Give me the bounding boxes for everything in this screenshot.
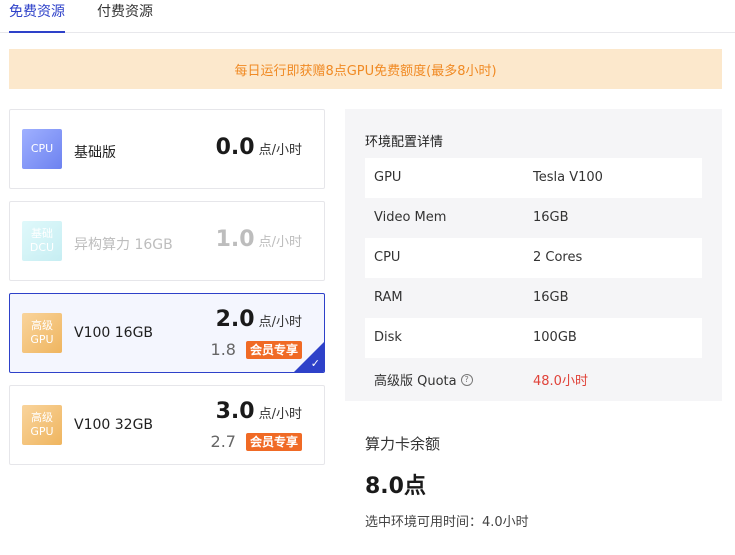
price-value: 2.0 <box>215 307 255 332</box>
price-line: 1.0 点/小时 <box>216 227 302 252</box>
quota-value: 48.0小时 <box>533 374 588 389</box>
spec-row-gpu: GPU Tesla V100 <box>365 158 702 198</box>
resource-card-cpu-basic[interactable]: CPU 基础版 0.0 点/小时 <box>9 109 325 189</box>
member-price: 2.7 <box>210 432 236 451</box>
spec-label: CPU <box>374 250 401 265</box>
tab-free-resources[interactable]: 免费资源 <box>9 3 65 21</box>
spec-row-ram: RAM 16GB <box>365 278 702 318</box>
spec-value: 2 Cores <box>533 250 583 265</box>
spec-label: 高级版 Quota ? <box>374 370 473 389</box>
spec-row-quota: 高级版 Quota ? 48.0小时 <box>365 358 702 398</box>
badge-line: 基础 <box>31 227 53 240</box>
resource-tabs: 免费资源 付费资源 <box>0 0 735 33</box>
member-price-line: 2.7 会员专享 <box>211 432 302 451</box>
spec-value: 16GB <box>533 290 569 305</box>
resource-name: 异构算力 16GB <box>74 237 173 253</box>
spec-value: 100GB <box>533 330 577 345</box>
price-value: 1.0 <box>215 227 255 252</box>
gpu-badge-icon: 高级 GPU <box>22 405 62 445</box>
price-unit: 点/小时 <box>258 315 302 330</box>
free-quota-notice: 每日运行即获赠8点GPU免费额度(最多8小时) <box>9 49 722 89</box>
badge-line: 高级 <box>31 411 53 424</box>
resource-card-dcu[interactable]: 基础 DCU 异构算力 16GB 1.0 点/小时 <box>9 201 325 281</box>
quota-label-text: 高级版 Quota <box>374 374 457 389</box>
resource-card-v100-32gb[interactable]: 高级 GPU V100 32GB 3.0 点/小时 2.7 会员专享 <box>9 385 325 465</box>
resource-name: V100 32GB <box>74 417 154 433</box>
gpu-badge-icon: 高级 GPU <box>22 313 62 353</box>
config-title: 环境配置详情 <box>365 135 444 150</box>
member-exclusive-tag: 会员专享 <box>245 432 302 451</box>
checkmark-icon: ✓ <box>310 357 320 370</box>
price-line: 3.0 点/小时 <box>216 399 302 424</box>
spec-row-disk: Disk 100GB <box>365 318 702 358</box>
tab-paid-resources[interactable]: 付费资源 <box>97 3 153 21</box>
badge-line: GPU <box>30 425 54 438</box>
badge-line: CPU <box>30 142 54 155</box>
spec-row-video-mem: Video Mem 16GB <box>365 198 702 238</box>
compute-card-balance-value: 8.0点 <box>365 474 426 499</box>
question-circle-icon[interactable]: ? <box>460 373 473 386</box>
price-unit: 点/小时 <box>258 407 302 422</box>
spec-label: RAM <box>374 290 403 305</box>
spec-value: Tesla V100 <box>533 170 603 185</box>
price-unit: 点/小时 <box>258 143 302 158</box>
member-price: 1.8 <box>210 340 236 359</box>
price-value: 0.0 <box>215 135 255 160</box>
price-line: 2.0 点/小时 <box>216 307 302 332</box>
spec-row-cpu: CPU 2 Cores <box>365 238 702 278</box>
spec-label: GPU <box>374 170 402 185</box>
price-line: 0.0 点/小时 <box>216 135 302 160</box>
spec-value: 16GB <box>533 210 569 225</box>
available-time-text: 选中环境可用时间：4.0小时 <box>365 515 529 530</box>
resource-name: 基础版 <box>74 145 116 161</box>
badge-line: 高级 <box>31 319 53 332</box>
active-tab-underline <box>9 31 65 33</box>
price-value: 3.0 <box>215 399 255 424</box>
spec-label: Disk <box>374 330 402 345</box>
resource-card-v100-16gb[interactable]: 高级 GPU V100 16GB 2.0 点/小时 1.8 会员专享 ✓ <box>9 293 325 373</box>
cpu-badge-icon: CPU <box>22 129 62 169</box>
price-unit: 点/小时 <box>258 235 302 250</box>
dcu-badge-icon: 基础 DCU <box>22 221 62 261</box>
compute-card-balance-title: 算力卡余额 <box>365 435 441 453</box>
badge-line: DCU <box>29 241 55 254</box>
environment-config-panel: 环境配置详情 GPU Tesla V100 Video Mem 16GB CPU… <box>345 109 722 401</box>
member-price-line: 1.8 会员专享 <box>211 340 302 359</box>
spec-label: Video Mem <box>374 210 447 225</box>
resource-name: V100 16GB <box>74 325 154 341</box>
badge-line: GPU <box>30 333 54 346</box>
